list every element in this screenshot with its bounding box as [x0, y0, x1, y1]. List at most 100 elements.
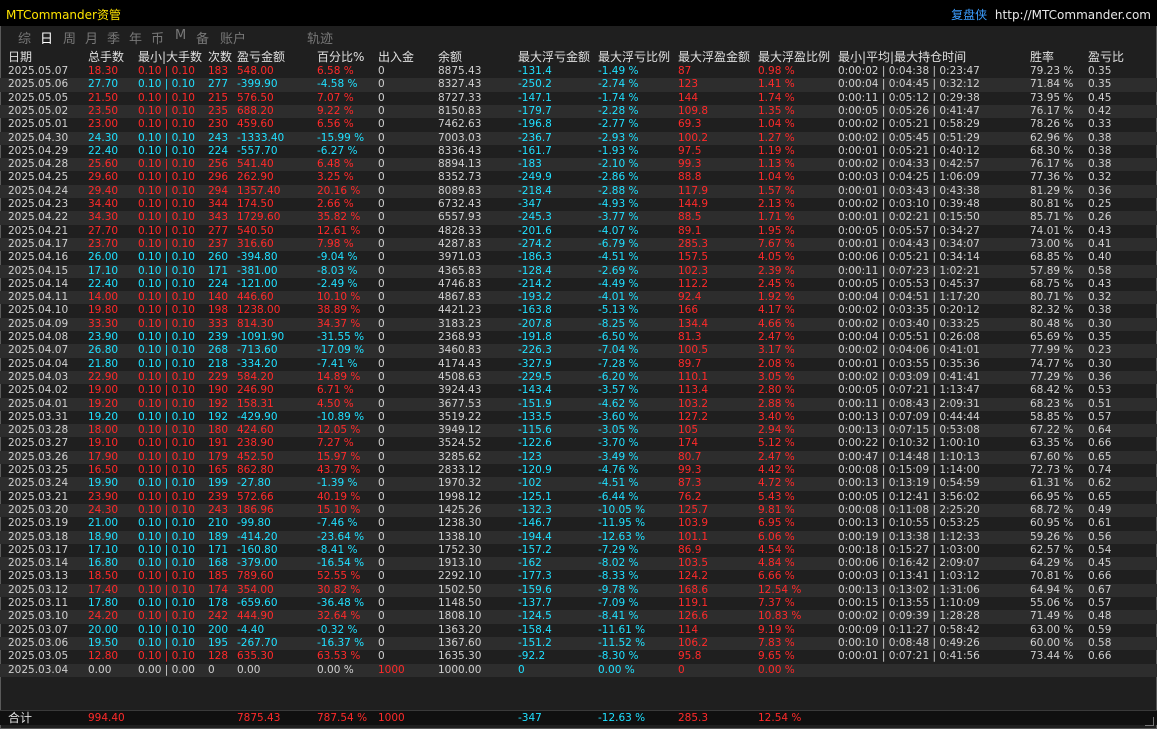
table-row[interactable]: 2025.04.07 26.80 0.10 | 0.10 268 -713.60 -17.…: [0, 344, 1157, 358]
table-row[interactable]: 2025.03.17 17.10 0.10 | 0.10 171 -160.80 -8.4…: [0, 544, 1157, 557]
table-row[interactable]: 2025.04.28 25.60 0.10 | 0.10 256 541.40 6.48 …: [0, 158, 1157, 172]
table-row[interactable]: 2025.04.23 34.40 0.10 | 0.10 344 174.50 2.66 …: [0, 198, 1157, 211]
table-row[interactable]: 2025.03.10 24.20 0.10 | 0.10 242 444.90 32.64…: [0, 610, 1157, 624]
cell-win-rate: 68.75 %: [1030, 277, 1074, 290]
header-max-float-loss-pct[interactable]: 最大浮亏比例: [598, 48, 670, 65]
tab-overview[interactable]: 综: [18, 28, 31, 47]
table-row[interactable]: 2025.04.17 23.70 0.10 | 0.10 237 316.60 7.98 …: [0, 237, 1157, 252]
table-row[interactable]: 2025.03.31 19.20 0.10 | 0.10 192 -429.90 -10.…: [0, 411, 1157, 424]
table-row[interactable]: 2025.03.24 19.90 0.10 | 0.10 199 -27.80 -1.39…: [0, 477, 1157, 491]
table-row[interactable]: 2025.04.01 19.20 0.10 | 0.10 192 158.31 4.50 …: [0, 397, 1157, 411]
cell-max-float-loss: -123: [518, 450, 542, 463]
table-row[interactable]: 2025.04.24 29.40 0.10 | 0.10 294 1357.40 20.1…: [0, 184, 1157, 198]
table-row[interactable]: 2025.03.25 16.50 0.10 | 0.10 165 862.80 43.79…: [0, 464, 1157, 477]
table-row[interactable]: 2025.04.29 22.40 0.10 | 0.10 224 -557.70 -6.2…: [0, 145, 1157, 158]
table-row[interactable]: 2025.04.14 22.40 0.10 | 0.10 224 -121.00 -2.4…: [0, 278, 1157, 291]
resize-grip[interactable]: [1145, 717, 1154, 726]
brand[interactable]: 复盘侠 http://MTCommander.com: [951, 6, 1151, 23]
cell-balance: 4287.83: [438, 237, 482, 250]
cell-win-rate: 68.72 %: [1030, 503, 1074, 516]
tab-day[interactable]: 日: [40, 28, 53, 47]
cell-in-out: 0: [378, 131, 385, 144]
table-row[interactable]: 2025.03.28 18.00 0.10 | 0.10 180 424.60 12.05…: [0, 424, 1157, 438]
table-row[interactable]: 2025.03.18 18.90 0.10 | 0.10 189 -414.20 -23.…: [0, 530, 1157, 544]
table-row[interactable]: 2025.04.03 22.90 0.10 | 0.10 229 584.20 14.89…: [0, 370, 1157, 385]
cell-min-max-lots: 0.10 | 0.10: [138, 650, 195, 663]
tab-year[interactable]: 年: [129, 28, 142, 47]
cell-hold-time: 0:00:13 | 0:07:15 | 0:53:08: [838, 424, 980, 437]
cell-balance: 4746.83: [438, 277, 482, 290]
table-row[interactable]: 2025.04.15 17.10 0.10 | 0.10 171 -381.00 -8.0…: [0, 264, 1157, 278]
tab-magic[interactable]: M: [175, 28, 186, 43]
cell-hold-time: 0:00:05 | 0:05:53 | 0:45:37: [838, 277, 980, 290]
table-row[interactable]: 2025.03.27 19.10 0.10 | 0.10 191 238.90 7.27 …: [0, 437, 1157, 450]
table-row[interactable]: 2025.05.01 23.00 0.10 | 0.10 230 459.60 6.56 …: [0, 118, 1157, 131]
tab-account[interactable]: 账户: [220, 28, 246, 47]
cell-pnl: 635.30: [237, 650, 274, 663]
table-row[interactable]: 2025.04.08 23.90 0.10 | 0.10 239 -1091.90 -31…: [0, 331, 1157, 344]
table-row[interactable]: 2025.04.25 29.60 0.10 | 0.10 296 262.90 3.25 …: [0, 171, 1157, 184]
cell-date: 2025.03.18: [8, 530, 69, 543]
table-row[interactable]: 2025.03.21 23.90 0.10 | 0.10 239 572.66 40.19…: [0, 491, 1157, 504]
cell-min-max-lots: 0.10 | 0.10: [138, 543, 195, 556]
table-row[interactable]: 2025.03.13 18.50 0.10 | 0.10 185 789.60 52.55…: [0, 570, 1157, 583]
header-total-lots[interactable]: 总手数: [88, 48, 124, 65]
table-row[interactable]: 2025.04.11 14.00 0.10 | 0.10 140 446.60 10.10…: [0, 291, 1157, 305]
header-hold-time[interactable]: 最小|平均|最大持仓时间: [838, 48, 966, 65]
table-row[interactable]: 2025.03.11 17.80 0.10 | 0.10 178 -659.60 -36.…: [0, 597, 1157, 610]
tab-month[interactable]: 月: [85, 28, 98, 47]
cell-date: 2025.05.02: [8, 104, 69, 117]
table-row[interactable]: 2025.03.06 19.50 0.10 | 0.10 195 -267.70 -16.…: [0, 636, 1157, 651]
cell-max-float-win: 81.3: [678, 331, 702, 343]
header-date[interactable]: 日期: [8, 48, 32, 65]
header-pct[interactable]: 百分比%: [317, 48, 364, 65]
table-row[interactable]: 2025.05.07 18.30 0.10 | 0.10 183 548.00 6.58 …: [0, 65, 1157, 78]
table-row[interactable]: 2025.04.09 33.30 0.10 | 0.10 333 814.30 34.37…: [0, 317, 1157, 331]
tab-quarter[interactable]: 季: [107, 28, 120, 47]
cell-balance: 7003.03: [438, 131, 482, 144]
table-row[interactable]: 2025.04.21 27.70 0.10 | 0.10 277 540.50 12.61…: [0, 225, 1157, 238]
table-row[interactable]: 2025.03.05 12.80 0.10 | 0.10 128 635.30 63.53…: [0, 650, 1157, 663]
table-row[interactable]: 2025.03.19 21.00 0.10 | 0.10 210 -99.80 -7.46…: [0, 517, 1157, 530]
table-row[interactable]: 2025.05.05 21.50 0.10 | 0.10 215 576.50 7.07 …: [0, 92, 1157, 105]
header-win-rate[interactable]: 胜率: [1030, 48, 1054, 65]
table-row[interactable]: 2025.04.02 19.00 0.10 | 0.10 190 246.90 6.71 …: [0, 384, 1157, 397]
brand-name[interactable]: 复盘侠: [951, 8, 987, 22]
cell-hold-time: 0:00:11 | 0:05:12 | 0:29:38: [838, 91, 980, 104]
table-row[interactable]: 2025.04.10 19.80 0.10 | 0.10 198 1238.00 38.8…: [0, 304, 1157, 317]
table-row[interactable]: 2025.05.02 23.50 0.10 | 0.10 235 688.20 9.22 …: [0, 104, 1157, 119]
table-row[interactable]: 2025.03.07 20.00 0.10 | 0.10 200 -4.40 -0.32 …: [0, 624, 1157, 637]
table-row[interactable]: 2025.04.30 24.30 0.10 | 0.10 243 -1333.40 -15…: [0, 131, 1157, 145]
cell-max-float-win: 69.3: [678, 118, 702, 131]
header-min-max-lots[interactable]: 最小|大手数: [138, 48, 202, 65]
tab-week[interactable]: 周: [63, 28, 76, 47]
table-row[interactable]: 2025.04.16 26.00 0.10 | 0.10 260 -394.80 -9.0…: [0, 251, 1157, 264]
header-max-float-win-pct[interactable]: 最大浮盈比例: [758, 48, 830, 65]
header-pl-ratio[interactable]: 盈亏比: [1088, 48, 1124, 65]
table-row[interactable]: 2025.05.06 27.70 0.10 | 0.10 277 -399.90 -4.5…: [0, 78, 1157, 92]
brand-url[interactable]: http://MTCommander.com: [995, 8, 1151, 22]
cell-win-rate: 63.35 %: [1030, 437, 1074, 450]
table-row[interactable]: 2025.04.22 34.30 0.10 | 0.10 343 1729.60 35.8…: [0, 211, 1157, 225]
table-row[interactable]: 2025.03.26 17.90 0.10 | 0.10 179 452.50 15.97…: [0, 450, 1157, 464]
cell-win-rate: 67.60 %: [1030, 450, 1074, 463]
tab-note[interactable]: 备: [196, 28, 209, 47]
cell-hold-time: 0:00:01 | 0:04:43 | 0:34:07: [838, 237, 980, 250]
cell-balance: 3949.12: [438, 424, 482, 437]
table-row[interactable]: 2025.03.20 24.30 0.10 | 0.10 243 186.96 15.10…: [0, 503, 1157, 518]
header-trades[interactable]: 次数: [208, 48, 232, 65]
cell-max-float-loss-pct: -2.74 %: [598, 78, 639, 91]
table-row[interactable]: 2025.03.04 0.00 0.00 | 0.00 0 0.00 0.00 % 1000…: [0, 663, 1157, 677]
header-max-float-loss[interactable]: 最大浮亏金额: [518, 48, 590, 65]
cell-pct: 6.58 %: [317, 65, 354, 77]
header-pnl[interactable]: 盈亏金额: [237, 48, 285, 65]
tab-symbol[interactable]: 币: [151, 28, 164, 47]
tab-trajectory[interactable]: 轨迹: [307, 28, 333, 47]
table-row[interactable]: 2025.03.12 17.40 0.10 | 0.10 174 354.00 30.82…: [0, 583, 1157, 597]
header-balance[interactable]: 余额: [438, 48, 462, 65]
table-row[interactable]: 2025.03.14 16.80 0.10 | 0.10 168 -379.00 -16.…: [0, 557, 1157, 571]
header-max-float-win[interactable]: 最大浮盈金额: [678, 48, 750, 65]
cell-pl-ratio: 0.33: [1088, 118, 1112, 131]
header-in-out[interactable]: 出入金: [378, 48, 414, 65]
table-row[interactable]: 2025.04.04 21.80 0.10 | 0.10 218 -334.20 -7.4…: [0, 358, 1157, 371]
